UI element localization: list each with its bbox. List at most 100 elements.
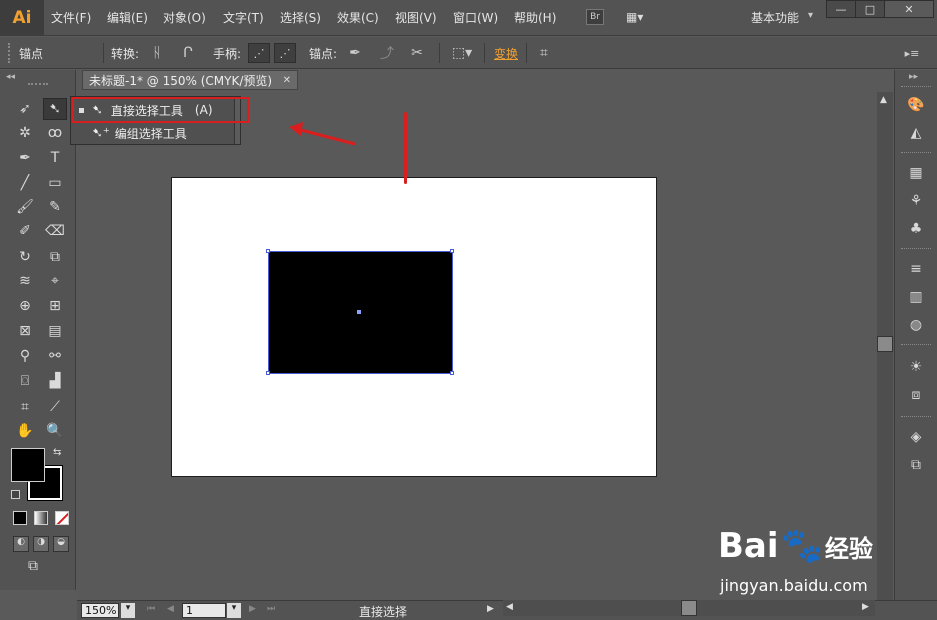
swap-colors-icon[interactable]: ⇆ (53, 447, 61, 458)
scale-tool[interactable]: ⧉ (43, 246, 67, 268)
scroll-left-icon[interactable]: ◀ (506, 602, 513, 612)
draw-behind-button[interactable]: ◑ (33, 536, 49, 552)
panel-grip[interactable] (901, 86, 931, 89)
draw-inside-button[interactable]: ◒ (53, 536, 69, 552)
menu-effect[interactable]: 效果(C) (337, 9, 379, 26)
horizontal-scroll-thumb[interactable] (681, 600, 697, 616)
prev-page-icon[interactable]: ◀ (167, 604, 174, 614)
brushes-button[interactable]: ⚘ (903, 190, 929, 212)
graph-tool[interactable]: ▟ (43, 370, 67, 392)
panel-grip[interactable] (28, 83, 48, 86)
connect-anchors-button[interactable]: ⤴ (377, 43, 397, 63)
zoom-tool[interactable]: 🔍 (43, 420, 67, 442)
cut-path-button[interactable]: ✂ (407, 43, 427, 63)
close-tab-icon[interactable]: ✕ (283, 75, 291, 86)
panel-grip[interactable] (8, 43, 11, 63)
flyout-item-group-selection[interactable]: ➷⁺ 编组选择工具 (71, 122, 234, 144)
free-transform-tool[interactable]: ⌖ (43, 270, 67, 292)
bridge-button[interactable]: Br (586, 9, 604, 25)
zoom-dropdown-button[interactable]: ▾ (121, 603, 135, 618)
rectangle-tool[interactable]: ▭ (43, 172, 67, 194)
screen-mode-button[interactable]: ⧉ (28, 558, 50, 576)
stroke-panel-button[interactable]: ≡ (903, 258, 929, 280)
anchor-point[interactable] (266, 249, 270, 253)
symbol-sprayer-tool[interactable]: ⌼ (13, 370, 37, 392)
first-page-icon[interactable]: ⏮ (147, 604, 155, 614)
next-page-icon[interactable]: ▶ (249, 604, 256, 614)
convert-to-smooth-button[interactable]: Ր (178, 43, 198, 63)
collapse-icon[interactable]: ◂◂ (6, 72, 15, 82)
none-mode-button[interactable] (55, 511, 69, 525)
color-panel-button[interactable]: 🎨 (903, 94, 929, 116)
maximize-button[interactable]: □ (855, 0, 885, 18)
hand-tool[interactable]: ✋ (13, 420, 37, 442)
last-page-icon[interactable]: ⏭ (267, 604, 275, 614)
magic-wand-tool[interactable]: ✲ (13, 122, 37, 144)
arrange-documents-button[interactable]: ▦▾ (626, 9, 654, 25)
shape-builder-tool[interactable]: ⊕ (13, 295, 37, 317)
menu-file[interactable]: 文件(F) (51, 9, 91, 26)
transparency-panel-button[interactable]: ◍ (903, 314, 929, 336)
anchor-point[interactable] (450, 249, 454, 253)
rotate-tool[interactable]: ↻ (13, 246, 37, 268)
scroll-up-icon[interactable]: ▲ (880, 95, 887, 105)
width-tool[interactable]: ≋ (13, 270, 37, 292)
expand-icon[interactable]: ▸▸ (909, 72, 918, 82)
menu-select[interactable]: 选择(S) (280, 9, 321, 26)
blend-tool[interactable]: ⚯ (43, 345, 67, 367)
status-current-tool[interactable]: 直接选择 (359, 603, 407, 620)
menu-edit[interactable]: 编辑(E) (107, 9, 148, 26)
page-field[interactable]: 1 (182, 603, 226, 618)
menu-help[interactable]: 帮助(H) (514, 9, 556, 26)
symbols-button[interactable]: ♣ (903, 218, 929, 240)
menu-type[interactable]: 文字(T) (223, 9, 264, 26)
isolate-button[interactable]: ⌗ (534, 43, 554, 63)
horizontal-scrollbar[interactable]: ◀ ▶ (503, 600, 875, 616)
align-dropdown[interactable]: ⬚▾ (449, 43, 475, 63)
menu-view[interactable]: 视图(V) (395, 9, 437, 26)
draw-normal-button[interactable]: ◐ (13, 536, 29, 552)
page-dropdown-button[interactable]: ▾ (227, 603, 241, 618)
panel-grip[interactable] (901, 248, 931, 251)
color-mode-button[interactable] (13, 511, 27, 525)
minimize-button[interactable]: — (826, 0, 856, 18)
pen-tool[interactable]: ✒ (13, 147, 37, 169)
hide-handles-button[interactable]: ⋰ (274, 43, 296, 63)
anchor-point[interactable] (450, 371, 454, 375)
menu-window[interactable]: 窗口(W) (453, 9, 498, 26)
menu-object[interactable]: 对象(O) (163, 9, 206, 26)
close-window-button[interactable]: ✕ (884, 0, 934, 18)
workspace-switcher[interactable]: 基本功能 (751, 9, 799, 26)
type-tool[interactable]: T (43, 147, 67, 169)
artboard-tool[interactable]: ⌗ (13, 396, 37, 418)
artboards-panel-button[interactable]: ⧉ (903, 454, 929, 476)
fill-swatch[interactable] (11, 448, 45, 482)
gradient-tool[interactable]: ▤ (43, 320, 67, 342)
control-menu-button[interactable]: ▸≡ (899, 43, 925, 63)
appearance-panel-button[interactable]: ☀ (903, 356, 929, 378)
vertical-scroll-thumb[interactable] (877, 336, 893, 352)
layers-panel-button[interactable]: ◈ (903, 426, 929, 448)
default-colors-icon[interactable] (11, 490, 20, 499)
pencil-tool[interactable]: ✎ (43, 196, 67, 218)
line-tool[interactable]: ╱ (13, 172, 37, 194)
lasso-tool[interactable]: ꝏ (43, 122, 67, 144)
panel-grip[interactable] (901, 344, 931, 347)
zoom-field[interactable]: 150% (81, 603, 119, 618)
show-handles-button[interactable]: ⋰ (248, 43, 270, 63)
swatches-button[interactable]: ▦ (903, 162, 929, 184)
gradient-panel-button[interactable]: ▥ (903, 286, 929, 308)
direct-selection-tool[interactable]: ➷ (43, 98, 67, 120)
scroll-right-icon[interactable]: ▶ (862, 602, 869, 612)
mesh-tool[interactable]: ⊠ (13, 320, 37, 342)
eyedropper-tool[interactable]: ⚲ (13, 345, 37, 367)
convert-to-corner-button[interactable]: ᚺ (147, 43, 167, 63)
remove-anchor-button[interactable]: ✒ (345, 43, 365, 63)
perspective-grid-tool[interactable]: ⊞ (43, 295, 67, 317)
selection-tool[interactable]: ➶ (13, 98, 37, 120)
gradient-mode-button[interactable] (34, 511, 48, 525)
anchor-point[interactable] (266, 371, 270, 375)
eraser-tool[interactable]: ⌫ (43, 220, 67, 242)
panel-grip[interactable] (901, 152, 931, 155)
panel-grip[interactable] (901, 416, 931, 419)
